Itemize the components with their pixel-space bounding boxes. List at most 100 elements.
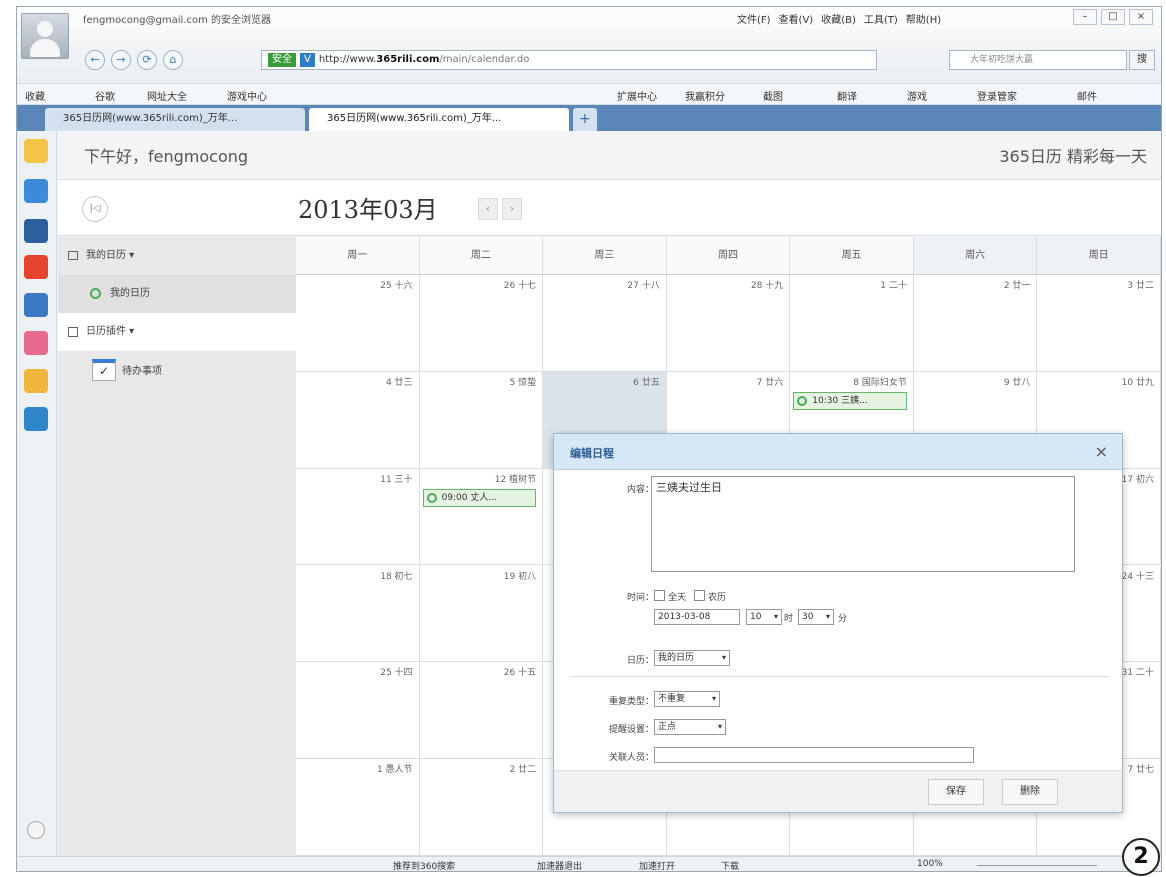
refresh-icon[interactable]: ⟳ [137, 50, 157, 70]
hour-select[interactable]: 10 ▾ [746, 609, 782, 625]
mail-icon[interactable] [24, 331, 48, 355]
menu-view[interactable]: 查看(V) [779, 11, 814, 26]
fav-favorites[interactable]: 收藏 [25, 88, 45, 103]
tool-screenshot[interactable]: 截图 [763, 88, 783, 103]
day-cell[interactable]: 2 廿二 [419, 759, 544, 856]
plugins-header[interactable]: 日历插件 ▾ [58, 313, 296, 351]
address-bar[interactable]: 安全 Vhttp://www.365rili.com/main/calendar.… [261, 50, 877, 70]
chevron-down-icon: ▾ [126, 250, 135, 261]
menu-bar: 文件(F) 查看(V) 收藏(B) 工具(T) 帮助(H) [737, 11, 941, 26]
settings-icon[interactable] [27, 821, 45, 839]
day-cell[interactable]: 28 十九 [666, 275, 791, 372]
day-cell[interactable]: 19 初八 [419, 565, 544, 663]
day-cell[interactable]: 26 十五 [419, 662, 544, 760]
tool-points[interactable]: 我赢积分 [685, 88, 725, 103]
menu-favorites[interactable]: 收藏(B) [821, 11, 856, 26]
dialog-close-icon[interactable]: × [1095, 442, 1108, 461]
tab-inactive[interactable]: 365日历网(www.365rili.com)_万年... [45, 108, 305, 131]
save-button[interactable]: 保存 [928, 779, 984, 805]
invite-input[interactable] [654, 747, 974, 763]
day-cell[interactable]: 12 植树节 09:00 丈人... [419, 468, 544, 566]
maximize-button[interactable]: □ [1101, 9, 1125, 25]
weekday-header: 周三 [543, 237, 667, 275]
event-chip[interactable]: 10:30 三姨... [793, 391, 907, 410]
day-cell[interactable]: 3 廿二 [1037, 275, 1161, 372]
forward-icon[interactable]: → [111, 50, 131, 70]
my-calendar-item[interactable]: 我的日历 [58, 275, 296, 313]
tool-translate[interactable]: 翻译 [837, 88, 857, 103]
lunar-checkbox[interactable] [694, 590, 705, 601]
status-open[interactable]: 加速打开 [639, 859, 675, 871]
favorites-folder-icon[interactable] [24, 139, 48, 163]
day-number: 9 廿八 [1003, 377, 1031, 388]
delete-button[interactable]: 删除 [1002, 779, 1058, 805]
day-cell[interactable]: 5 惊蛰 [419, 371, 544, 469]
minute-select[interactable]: 30 ▾ [798, 609, 834, 625]
calendar-select[interactable]: 我的日历 ▾ [654, 650, 730, 666]
day-number: 19 初八 [503, 571, 537, 582]
day-cell[interactable]: 4 廿三 [296, 371, 420, 469]
weibo-icon[interactable] [24, 255, 48, 279]
zoom-slider[interactable] [977, 865, 1097, 866]
content-textarea[interactable]: 三姨夫过生日 [651, 476, 1075, 572]
remind-select[interactable]: 正点 ▾ [654, 719, 726, 735]
day-cell[interactable]: 11 三十 [296, 468, 420, 566]
fav-games[interactable]: 游戏中心 [227, 88, 267, 103]
tool-extensions[interactable]: 扩展中心 [617, 88, 657, 103]
notes-icon[interactable] [24, 369, 48, 393]
back-icon[interactable]: ← [85, 50, 105, 70]
menu-help[interactable]: 帮助(H) [906, 11, 941, 26]
day-number: 18 初七 [380, 571, 413, 582]
minimize-button[interactable]: – [1073, 9, 1097, 25]
tab-bar: 365日历网(www.365rili.com)_万年... 365日历网(www… [17, 105, 1161, 131]
day-cell[interactable]: 25 十六 [296, 275, 420, 372]
todo-item[interactable]: ✓ 待办事项 [58, 353, 296, 391]
status-download[interactable]: 下载 [721, 859, 739, 871]
today-button[interactable]: |◁ [82, 196, 108, 222]
search-input[interactable]: 大年初吃饼大赢 [949, 50, 1127, 70]
tool-mail[interactable]: 邮件 [1077, 88, 1097, 103]
repeat-select[interactable]: 不重复 ▾ [654, 691, 720, 707]
day-cell[interactable]: 1 愚人节 [296, 759, 420, 856]
status-accelerator[interactable]: 加速器退出 [537, 859, 582, 871]
status-search[interactable]: 推荐到360搜索 [393, 859, 455, 871]
day-number: 1 愚人节 [376, 765, 413, 776]
title-bar: fengmocong@gmail.com 的安全浏览器 文件(F) 查看(V) … [17, 7, 1161, 83]
day-number: 7 廿六 [756, 377, 784, 388]
chevron-down-icon: ▾ [773, 612, 778, 621]
day-cell[interactable]: 25 十四 [296, 662, 420, 760]
next-month-button[interactable]: › [502, 198, 522, 220]
my-calendars-header[interactable]: 我的日历 ▾ [58, 237, 296, 275]
tool-icon[interactable] [24, 407, 48, 431]
day-cell[interactable]: 27 十八 [543, 275, 667, 372]
day-cell[interactable]: 1 二十 [790, 275, 914, 372]
date-input[interactable]: 2013-03-08 [654, 609, 740, 625]
zoom-level[interactable]: 100% [917, 859, 943, 869]
video-icon[interactable] [24, 219, 48, 243]
tab-active[interactable]: 365日历网(www.365rili.com)_万年... [309, 108, 569, 131]
fav-google[interactable]: 谷歌 [95, 88, 115, 103]
day-number: 1 二十 [880, 281, 907, 291]
home-icon[interactable]: ⌂ [163, 50, 183, 70]
allday-checkbox[interactable] [654, 590, 665, 601]
news-icon[interactable] [24, 293, 48, 317]
event-chip[interactable]: 09:00 丈人... [422, 488, 537, 507]
new-tab-button[interactable]: + [573, 108, 597, 131]
invite-label: 关联人员： [608, 753, 654, 763]
weather-icon[interactable] [24, 179, 48, 203]
fav-sites[interactable]: 网址大全 [147, 88, 187, 103]
day-number: 25 十六 [380, 281, 413, 291]
tool-games[interactable]: 游戏 [907, 88, 927, 103]
content-label: 内容： [626, 485, 654, 495]
chevron-down-icon: ▾ [711, 694, 716, 703]
tool-password[interactable]: 登录管家 [977, 88, 1017, 103]
search-button[interactable]: 搜 [1129, 50, 1155, 70]
day-cell[interactable]: 26 十七 [419, 275, 544, 372]
prev-month-button[interactable]: ‹ [478, 198, 498, 220]
user-avatar[interactable] [21, 13, 69, 59]
close-window-button[interactable]: × [1129, 9, 1153, 25]
menu-file[interactable]: 文件(F) [737, 11, 771, 26]
day-cell[interactable]: 2 廿一 [913, 275, 1038, 372]
day-cell[interactable]: 18 初七 [296, 565, 420, 663]
menu-tools[interactable]: 工具(T) [864, 11, 898, 26]
